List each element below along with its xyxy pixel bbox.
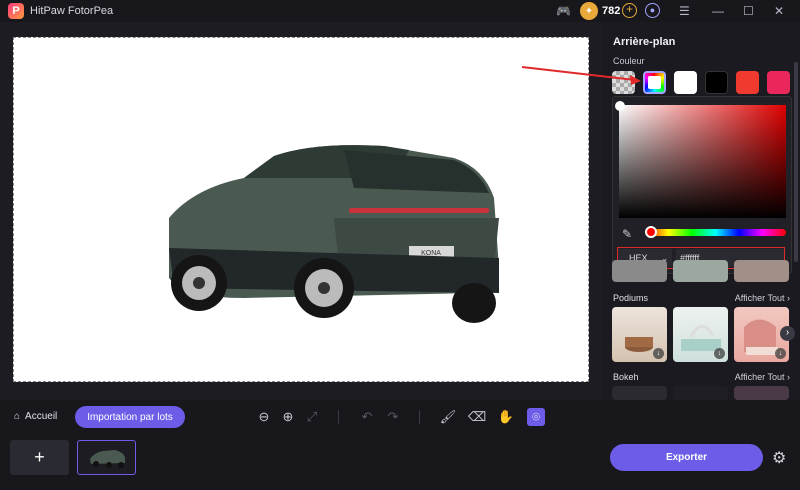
fit-screen-icon[interactable]: ⤢ [303, 408, 321, 426]
settings-gear-icon[interactable]: ⚙ [772, 448, 786, 468]
hand-icon[interactable]: ✋ [497, 408, 515, 426]
car-thumbnail-image [89, 449, 125, 468]
undo-icon[interactable]: ↶ [358, 408, 376, 426]
select-subject-icon[interactable]: ⌾ [527, 408, 545, 426]
divider [338, 410, 339, 424]
home-button[interactable]: ⌂ Accueil [14, 411, 57, 422]
zoom-out-icon[interactable]: ⊖ [255, 408, 273, 426]
eraser-icon[interactable]: ⌫ [468, 408, 486, 426]
export-button[interactable]: Exporter [610, 444, 763, 471]
batch-import-button[interactable]: Importation par lots [75, 406, 185, 428]
zoom-in-icon[interactable]: ⊕ [279, 408, 297, 426]
image-thumbnail[interactable] [77, 440, 136, 475]
brush-icon[interactable]: 🖌 [439, 408, 457, 426]
add-image-button[interactable]: + [10, 440, 69, 475]
home-icon: ⌂ [14, 411, 21, 422]
divider [419, 410, 420, 424]
redo-icon[interactable]: ↷ [384, 408, 402, 426]
bottom-bar: ⌂ Accueil Importation par lots ⊖ ⊕ ⤢ ↶ ↷… [0, 400, 800, 490]
